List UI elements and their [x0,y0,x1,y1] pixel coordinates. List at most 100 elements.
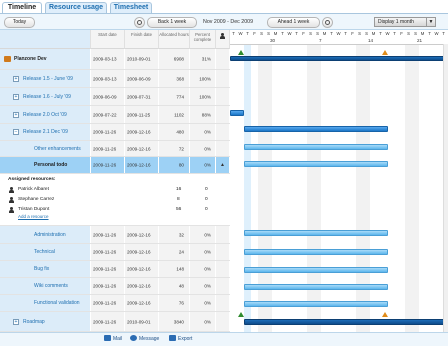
task-name[interactable]: Functional validation [34,300,80,306]
gantt-bar[interactable] [244,230,388,236]
gantt-bar[interactable] [244,301,388,307]
finish-date: 2010-09-01 [127,319,151,324]
circle-icon [137,20,142,25]
person-icon [9,197,14,203]
day-label: F [302,31,305,36]
task-name[interactable]: Technical [34,249,55,255]
task-name[interactable]: Release 1.6 - July '09 [23,94,71,100]
tab-timeline[interactable]: Timeline [2,2,42,13]
resource-name: Patrick Albaret [18,187,49,192]
table-row[interactable]: + Release 2.0 Oct '09 2009-07-22 2009-11… [0,106,230,124]
export-button[interactable]: Export [169,335,192,344]
day-label: S [316,31,319,36]
task-name[interactable]: Wiki comments [34,283,68,289]
day-label: S [414,31,417,36]
day-label: S [365,31,368,36]
task-name-cell: − Release 2.1 Dec '09 [0,124,91,140]
mail-button[interactable]: Mail [104,335,122,344]
finish-date: 2009-12-16 [127,129,151,135]
finish-date: 2009-12-16 [127,249,151,255]
task-name-cell: + Release 1.6 - July '09 [0,88,91,105]
vertical-scrollbar[interactable] [443,44,448,332]
ahead-week-label: Ahead 1 week [277,19,310,25]
start-date: 2009-11-26 [93,249,117,255]
gantt-bar[interactable] [230,56,448,61]
add-resource-link[interactable]: Add a resource [18,214,49,219]
gantt-bar[interactable] [244,161,388,167]
expand-icon[interactable]: + [13,111,19,118]
finish-date: 2009-11-25 [127,112,151,117]
table-row[interactable]: + Release 1.6 - July '09 2009-06-09 2009… [0,88,230,106]
percent-complete: 0% [204,300,211,306]
table-row-selected[interactable]: Personal todo 2009-11-26 2009-12-16 80 0… [0,157,230,174]
header-resource [216,30,230,49]
collapse-icon[interactable]: − [13,129,19,135]
task-name-cell: Administration [0,226,91,243]
allocated-hours: 1102 [174,112,184,117]
week-label: 30 [270,38,276,43]
gantt-bar[interactable] [244,249,388,255]
tab-timesheet[interactable]: Timesheet [110,2,152,13]
table-row[interactable]: Administration 2009-11-26 2009-12-16 32 … [0,226,230,244]
export-icon [169,335,176,341]
task-name[interactable]: Roadmap [23,319,45,325]
resource-name: Tristan Dupont [18,207,50,212]
ahead-circle-button[interactable] [322,17,333,28]
collapse-arrow-icon[interactable]: ▲ [220,162,225,168]
task-name-cell: Technical [0,244,91,260]
gantt-bar[interactable] [244,284,388,290]
allocated-hours: 368 [176,76,184,81]
table-row[interactable]: + Roadmap 2009-11-26 2010-09-01 3840 0% [0,312,230,332]
finish-date: 2009-12-16 [127,146,151,151]
task-name[interactable]: Bug fix [34,266,49,272]
gantt-bar[interactable] [244,126,388,132]
table-row[interactable]: Technical 2009-11-26 2009-12-16 24 0% [0,244,230,261]
task-name[interactable]: Administration [34,232,66,238]
table-row[interactable]: Wiki comments 2009-11-26 2009-12-16 48 0… [0,278,230,295]
task-name-cell: Functional validation [0,295,91,311]
task-name[interactable]: Release 2.1 Dec '09 [23,129,68,135]
gantt-bar[interactable] [244,267,388,273]
gantt-bar[interactable] [230,110,244,116]
task-name[interactable]: Release 1.5 - June '09 [23,76,73,82]
milestone-end-icon [382,312,388,317]
start-date: 2009-03-13 [93,76,117,81]
week-label: 21 [417,38,423,43]
task-name-cell: + Release 2.0 Oct '09 [0,106,91,123]
start-date: 2009-11-26 [93,129,117,135]
percent-complete: 0% [204,319,211,324]
task-name[interactable]: Other enhancements [34,146,81,152]
milestone-start-icon [238,50,244,55]
task-name[interactable]: Release 2.0 Oct '09 [23,112,67,118]
ahead-week-button[interactable]: Ahead 1 week [267,17,320,28]
person-icon [9,187,14,193]
display-select[interactable]: Display 1 month ▼ [374,17,436,27]
expand-icon[interactable]: + [13,93,19,100]
finish-date: 2009-12-16 [127,232,151,237]
day-label: M [420,31,425,36]
tab-resource-usage[interactable]: Resource usage [45,2,107,13]
gantt-bar[interactable] [244,144,388,150]
back-circle-button[interactable] [134,17,145,28]
finish-date: 2009-06-09 [127,76,151,81]
back-week-button[interactable]: Back 1 week [147,17,197,28]
table-row[interactable]: + Release 1.5 - June '09 2009-03-13 2009… [0,70,230,88]
message-button[interactable]: Message [130,335,159,344]
table-row[interactable]: − Release 2.1 Dec '09 2009-11-26 2009-12… [0,124,230,141]
expand-icon[interactable]: + [13,75,19,82]
allocated-hours: 6908 [173,56,184,62]
gantt-bar[interactable] [244,319,448,325]
today-button[interactable]: Today [4,17,35,28]
table-row[interactable]: Bug fix 2009-11-26 2009-12-16 148 0% [0,261,230,278]
table-row[interactable]: Functional validation 2009-11-26 2009-12… [0,295,230,312]
start-date: 2009-11-26 [93,146,117,151]
person-icon [9,207,14,213]
day-label: F [400,31,403,36]
table-row[interactable]: Planzone Dev 2009-03-13 2010-09-01 6908 … [0,49,230,70]
expand-icon[interactable]: + [13,318,19,325]
resource-percent: 0 [205,187,208,192]
day-label: T [232,31,235,36]
task-name[interactable]: Personal todo [34,162,67,168]
table-row[interactable]: Other enhancements 2009-11-26 2009-12-16… [0,141,230,157]
day-label: T [330,31,333,36]
